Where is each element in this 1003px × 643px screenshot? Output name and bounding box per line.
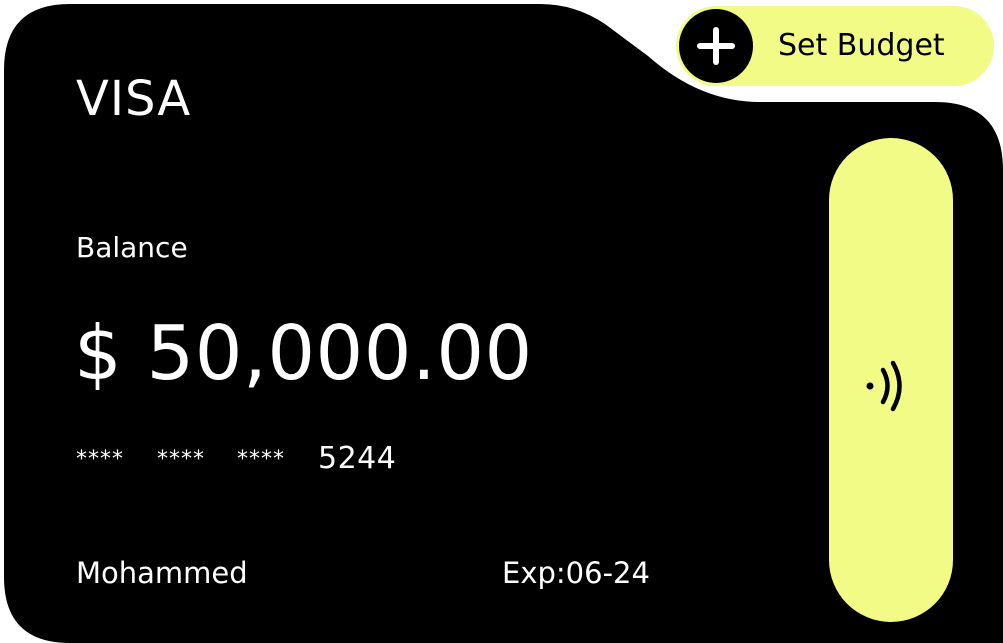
card-number-masked-group: **** [76, 447, 124, 472]
card-number-masked-group: **** [237, 447, 285, 472]
balance-label: Balance [76, 231, 188, 264]
card-holder-name: Mohammed [76, 556, 248, 590]
card-brand: VISA [76, 71, 192, 127]
balance-amount: $ 50,000.00 [74, 309, 533, 397]
contactless-icon [866, 360, 902, 412]
card-expiry: Exp:06-24 [502, 556, 650, 590]
contactless-pay-panel[interactable] [829, 138, 953, 622]
card-number-masked-group: **** [157, 447, 205, 472]
set-budget-label: Set Budget [778, 28, 945, 63]
set-budget-button[interactable]: Set Budget [676, 6, 994, 86]
card-number-last4: 5244 [318, 441, 397, 476]
plus-icon [679, 9, 753, 83]
